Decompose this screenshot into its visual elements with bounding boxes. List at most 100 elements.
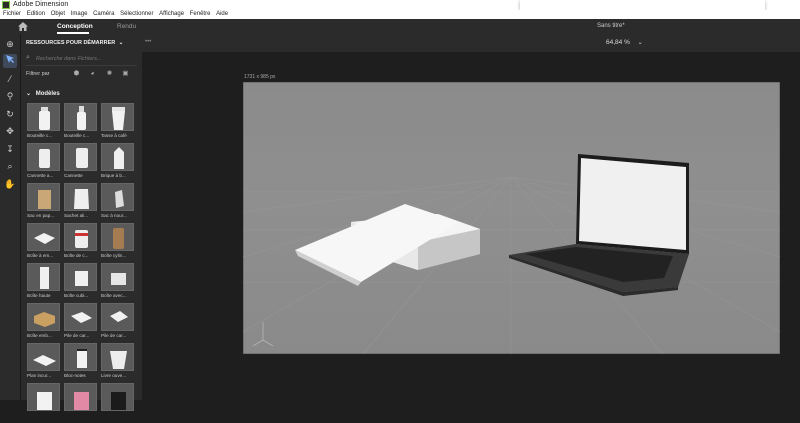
model-item[interactable]: Boîte cubi... xyxy=(64,263,98,303)
model-item[interactable]: Boîte haute xyxy=(27,263,61,303)
model-item[interactable]: Cannette xyxy=(64,143,98,183)
search-placeholder: Recherche dans Fichiers... xyxy=(36,56,102,62)
bottle-thumbnail xyxy=(27,103,60,131)
coffee-cup-thumbnail xyxy=(101,103,134,131)
chevron-down-icon: ⌄ xyxy=(637,40,643,46)
menu-fichier[interactable]: Fichier xyxy=(3,10,21,19)
model-item[interactable]: Tasse à café xyxy=(101,103,135,143)
model-item[interactable]: Brique à b... xyxy=(101,143,135,183)
model-item[interactable]: Pile de car... xyxy=(64,303,98,343)
model-label: Boîte de c... xyxy=(64,253,89,258)
menu-fenetre[interactable]: Fenêtre xyxy=(190,10,211,19)
food-bag-thumbnail xyxy=(101,183,134,211)
home-icon[interactable] xyxy=(18,22,28,31)
model-label: Cannette a... xyxy=(27,173,54,178)
card-stack-thumbnail xyxy=(64,303,97,331)
open-book-thumbnail xyxy=(101,343,134,371)
food-pouch-thumbnail xyxy=(64,183,97,211)
zoom-dropdown[interactable]: 64,84 % ⌄ xyxy=(606,39,643,46)
tab-render[interactable]: Rendu xyxy=(117,19,136,34)
can-thumbnail xyxy=(64,143,97,171)
model-item[interactable]: Boîte de c... xyxy=(64,223,98,263)
model-label: Boîte avec... xyxy=(101,293,127,298)
paper-bag-thumbnail xyxy=(27,183,60,211)
select-icon[interactable] xyxy=(3,54,17,68)
model-item[interactable]: Sac en pap... xyxy=(27,183,61,223)
zoom-value: 64,84 % xyxy=(606,39,630,46)
model-item[interactable]: Livre ouve... xyxy=(101,343,135,383)
search-icon: ⌕ xyxy=(26,54,30,61)
curved-plane-thumbnail xyxy=(27,343,60,371)
material-filter-icon[interactable]: ◕ xyxy=(89,70,96,77)
carton-thumbnail xyxy=(101,143,134,171)
menu-image[interactable]: Image xyxy=(71,10,88,19)
model-item[interactable] xyxy=(27,383,61,423)
model-label: Boîte à em... xyxy=(27,253,54,258)
canvas-size-label: 1731 x 985 px xyxy=(244,74,276,80)
can-thumbnail xyxy=(27,143,60,171)
model-item[interactable]: Bouteille c... xyxy=(64,103,98,143)
window-overlay xyxy=(520,0,765,10)
model-item[interactable]: Boîte emb... xyxy=(27,303,61,343)
card-stack-thumbnail xyxy=(101,303,134,331)
pan-icon[interactable]: ✥ xyxy=(3,124,17,138)
model-label: Sac à nour... xyxy=(101,213,127,218)
add-icon[interactable]: ⊕ xyxy=(3,37,17,51)
menu-camera[interactable]: Caméra xyxy=(93,10,114,19)
model-label: Sachet ali... xyxy=(64,213,89,218)
top-bar: Conception Rendu Sans titre* xyxy=(0,19,800,34)
model-item[interactable]: Cannette a... xyxy=(27,143,61,183)
search-field[interactable]: ⌕ Recherche dans Fichiers... xyxy=(25,53,137,66)
model-filter-icon[interactable]: ⬢ xyxy=(73,70,80,77)
box-thumbnail xyxy=(27,223,60,251)
chevron-down-icon: ⌄ xyxy=(118,40,124,46)
model-item[interactable]: Bloc-notes xyxy=(64,343,98,383)
notepad-thumbnail xyxy=(64,343,97,371)
model-label: Plan incur... xyxy=(27,373,52,378)
model-label: Bouteille c... xyxy=(64,133,90,138)
model-item[interactable]: Bouteille c... xyxy=(27,103,61,143)
models-section-header[interactable]: ⌄ Modèles xyxy=(26,90,60,97)
light-filter-icon[interactable]: ✺ xyxy=(106,70,113,77)
model-item[interactable]: Pile de car... xyxy=(101,303,135,343)
model-label: Pile de car... xyxy=(64,333,90,338)
model-item[interactable]: Boîte à em... xyxy=(27,223,61,263)
zoom-icon[interactable]: ⌕ xyxy=(3,159,17,173)
model-item[interactable] xyxy=(101,383,135,423)
window-title: Adobe Dimension xyxy=(13,1,69,8)
more-options-icon[interactable]: ••• xyxy=(145,39,151,45)
model-item[interactable]: Boîte cylin... xyxy=(101,223,135,263)
lidded-box-thumbnail xyxy=(101,263,134,291)
panel-title[interactable]: RESSOURCES POUR DÉMARRER ⌄ xyxy=(26,40,123,46)
model-item[interactable]: Plan incur... xyxy=(27,343,61,383)
hand-icon[interactable]: ✋ xyxy=(3,177,17,191)
shipping-box-thumbnail xyxy=(27,303,60,331)
menu-selectionner[interactable]: Sélectionner xyxy=(120,10,153,19)
app-icon xyxy=(2,1,10,9)
tall-box-thumbnail xyxy=(27,263,60,291)
menu-edition[interactable]: Edition xyxy=(27,10,45,19)
filter-label: Filtrer par xyxy=(26,71,50,77)
menu-affichage[interactable]: Affichage xyxy=(159,10,184,19)
image-filter-icon[interactable]: ▣ xyxy=(122,70,129,77)
shopping-bag-thumbnail xyxy=(27,383,60,411)
model-label: Boîte cylin... xyxy=(101,253,127,258)
model-item[interactable]: Sachet ali... xyxy=(64,183,98,223)
menu-objet[interactable]: Objet xyxy=(51,10,65,19)
bottle-thumbnail xyxy=(64,103,97,131)
box-thumbnail xyxy=(64,223,97,251)
model-label: Boîte cubi... xyxy=(64,293,89,298)
model-label: Bloc-notes xyxy=(64,373,86,378)
magic-wand-icon[interactable]: ⁄ xyxy=(3,72,17,86)
scene-canvas[interactable] xyxy=(242,81,781,355)
orbit-icon[interactable]: ↻ xyxy=(3,107,17,121)
menu-aide[interactable]: Aide xyxy=(216,10,228,19)
dolly-icon[interactable]: ↧ xyxy=(3,142,17,156)
eyedropper-icon[interactable]: ⚲ xyxy=(3,89,17,103)
model-item[interactable] xyxy=(64,383,98,423)
cylinder-box-thumbnail xyxy=(101,223,134,251)
tools-toolbar: ⊕ ⁄ ⚲ ↻ ✥ ↧ ⌕ ✋ xyxy=(0,34,21,400)
tab-design[interactable]: Conception xyxy=(57,19,93,34)
model-item[interactable]: Boîte avec... xyxy=(101,263,135,303)
model-item[interactable]: Sac à nour... xyxy=(101,183,135,223)
